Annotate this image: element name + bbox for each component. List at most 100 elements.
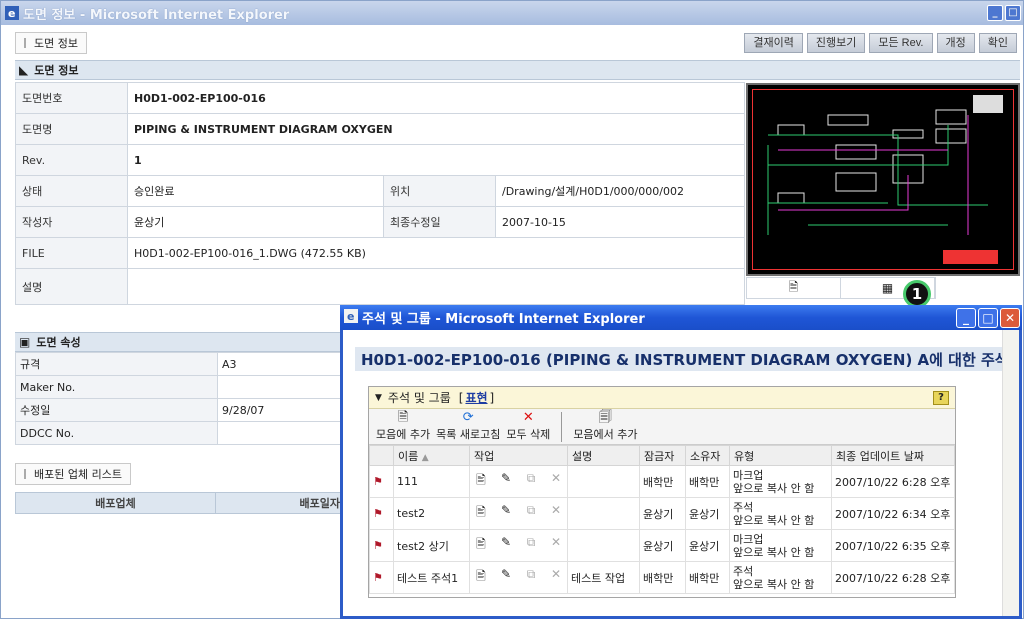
- top-bar: 도면 정보 결재이력 진행보기 모든 Rev. 개정 확인: [15, 32, 1017, 54]
- copy-icon[interactable]: ⧉: [523, 535, 539, 556]
- drawing-info-table: 도면번호 H0D1-002-EP100-016 도면명 PIPING & INS…: [15, 82, 745, 305]
- annotation-type: 주석 앞으로 복사 안 함: [729, 561, 832, 594]
- edit-icon[interactable]: ✎: [498, 471, 514, 492]
- delete-x-icon: ✕: [522, 410, 534, 425]
- annotation-name[interactable]: 111: [393, 465, 470, 498]
- delete-icon[interactable]: ✕: [548, 567, 564, 588]
- main-titlebar: e 도면 정보 - Microsoft Internet Explorer _ …: [1, 1, 1023, 25]
- popup-maximize-button[interactable]: □: [978, 307, 998, 328]
- section-title: 도면 정보: [34, 64, 79, 77]
- view-icon[interactable]: 🖹: [473, 503, 489, 524]
- delete-icon[interactable]: ✕: [548, 503, 564, 524]
- help-icon[interactable]: ?: [933, 390, 949, 405]
- table-row[interactable]: ⚑ test2 상기 🖹 ✎ ⧉ ✕ 윤상기 윤상기 마크업 앞으로 복사 안 함 20…: [369, 529, 955, 562]
- label-cell: Rev.: [15, 144, 128, 176]
- refresh-list-button[interactable]: ⟳ 목록 새로고침: [433, 410, 503, 444]
- column-header-type[interactable]: 유형: [729, 445, 832, 466]
- delete-icon[interactable]: ✕: [548, 471, 564, 492]
- column-header-name[interactable]: 이름 ▲: [393, 445, 470, 466]
- tab-drawing-info[interactable]: 도면 정보: [15, 32, 87, 54]
- annotation-description: [567, 497, 640, 530]
- ie-icon: e: [344, 308, 358, 327]
- annotation-description: 테스트 작업: [567, 561, 640, 594]
- table-row: Rev. 1: [15, 144, 745, 176]
- table-row: Maker No.: [15, 375, 345, 399]
- annotation-table: 이름 ▲ 작업 설명 잠금자 소유자 유형 최종 업데이트 날짜 ⚑ 111 🖹…: [369, 445, 955, 594]
- copy-icon[interactable]: ⧉: [523, 471, 539, 492]
- label-cell: 상태: [15, 175, 128, 207]
- annotation-panel: ▼ 주석 및 그룹 [ 표현 ] ? 🗎 모음에 추가 ⟳ 목록 새로고침 ✕ 모두 …: [368, 386, 956, 598]
- file-link[interactable]: H0D1-002-EP100-016_1.DWG (472.55 KB): [127, 237, 745, 269]
- popup-close-button[interactable]: ✕: [1000, 307, 1020, 328]
- annotation-popup-window: e 주석 및 그룹 - Microsoft Internet Explorer …: [340, 305, 1022, 619]
- view-icon[interactable]: 🖹: [473, 535, 489, 556]
- popup-scrollbar[interactable]: [1002, 330, 1019, 616]
- table-row: 규격 A3: [15, 352, 345, 376]
- refresh-icon: ⟳: [462, 410, 474, 425]
- attributes-header: ▣ 도면 속성: [15, 332, 345, 352]
- section-title: 도면 속성: [36, 336, 81, 349]
- view-icon[interactable]: 🖹: [473, 567, 489, 588]
- edit-icon[interactable]: ✎: [498, 535, 514, 556]
- collapse-triangle-icon[interactable]: ▼: [375, 393, 382, 403]
- type-primary: 마크업: [733, 468, 764, 482]
- svg-text:e: e: [347, 310, 354, 323]
- tab-label: 배포된 업체 리스트: [34, 468, 122, 481]
- tool-label: 모음에 추가: [376, 428, 431, 441]
- confirm-button[interactable]: 확인: [978, 33, 1017, 53]
- edit-icon[interactable]: ✎: [498, 503, 514, 524]
- revise-button[interactable]: 개정: [936, 33, 975, 53]
- type-secondary: 앞으로 복사 안 함: [733, 545, 815, 559]
- label-cell: 작성자: [15, 206, 128, 238]
- annotation-name[interactable]: test2 상기: [393, 529, 470, 562]
- minimize-button[interactable]: _: [987, 5, 1003, 21]
- panel-header: ▼ 주석 및 그룹 [ 표현 ] ?: [369, 387, 955, 409]
- table-row[interactable]: ⚑ 테스트 주석1 🖹 ✎ ⧉ ✕ 테스트 작업 배학만 배학만 주석 앞으로 복사 안…: [369, 561, 955, 594]
- annotation-owner: 윤상기: [685, 497, 730, 530]
- tab-distribution-list[interactable]: 배포된 업체 리스트: [15, 463, 131, 485]
- type-secondary: 앞으로 복사 안 함: [733, 577, 815, 591]
- delete-icon[interactable]: ✕: [548, 535, 564, 556]
- add-from-collection-button[interactable]: 🗐 모음에서 추가: [570, 410, 640, 444]
- column-header-updated[interactable]: 최종 업데이트 날짜: [831, 445, 955, 466]
- copy-icon[interactable]: ⧉: [523, 503, 539, 524]
- annotation-view-icon[interactable]: 🗎: [747, 278, 841, 298]
- drawing-thumbnail[interactable]: [746, 83, 1020, 276]
- attributes-table: 규격 A3 Maker No. 수정일 9/28/07 DDCC No.: [15, 352, 345, 445]
- column-header-description[interactable]: 설명: [567, 445, 640, 466]
- description-value: [127, 268, 745, 305]
- annotation-name[interactable]: 테스트 주석1: [393, 561, 470, 594]
- annotation-name[interactable]: test2: [393, 497, 470, 530]
- window-title: 도면 정보 - Microsoft Internet Explorer: [23, 7, 290, 23]
- annotation-type: 마크업 앞으로 복사 안 함: [729, 529, 832, 562]
- popup-minimize-button[interactable]: _: [956, 307, 976, 328]
- table-row[interactable]: ⚑ test2 🖹 ✎ ⧉ ✕ 윤상기 윤상기 주석 앞으로 복사 안 함 2007/1…: [369, 497, 955, 530]
- bracket-open: [: [458, 390, 464, 405]
- column-header-owner[interactable]: 소유자: [685, 445, 730, 466]
- view-icon[interactable]: 🖹: [473, 471, 489, 492]
- popup-titlebar: e 주석 및 그룹 - Microsoft Internet Explorer …: [340, 305, 1022, 330]
- label-cell: 위치: [383, 175, 496, 207]
- display-link[interactable]: 표현: [465, 389, 487, 406]
- progress-view-button[interactable]: 진행보기: [806, 33, 866, 53]
- all-revisions-button[interactable]: 모든 Rev.: [869, 33, 933, 53]
- annotation-updated: 2007/10/22 6:28 오후: [831, 465, 955, 498]
- drawing-lines: [767, 95, 1003, 264]
- type-secondary: 앞으로 복사 안 함: [733, 513, 815, 527]
- approval-history-button[interactable]: 결재이력: [744, 33, 803, 53]
- maximize-button[interactable]: □: [1005, 5, 1021, 21]
- column-header-locker[interactable]: 잠금자: [639, 445, 686, 466]
- edit-icon[interactable]: ✎: [498, 567, 514, 588]
- copy-icon[interactable]: ⧉: [523, 567, 539, 588]
- delete-all-button[interactable]: ✕ 모두 삭제: [503, 410, 553, 444]
- label-cell: 설명: [15, 268, 128, 305]
- annotation-locker: 윤상기: [639, 529, 686, 562]
- tab-bar-icon: [24, 38, 26, 48]
- annotation-updated: 2007/10/22 6:35 오후: [831, 529, 955, 562]
- annotation-description: [567, 465, 640, 498]
- table-row: 도면명 PIPING & INSTRUMENT DIAGRAM OXYGEN: [15, 113, 745, 145]
- triangle-ruler-icon: ◣: [19, 63, 29, 77]
- table-row[interactable]: ⚑ 111 🖹 ✎ ⧉ ✕ 배학만 배학만 마크업 앞으로 복사 안 함 2007/10…: [369, 465, 955, 498]
- panel-title: 주석 및 그룹: [387, 391, 451, 405]
- add-to-collection-button[interactable]: 🗎 모음에 추가: [373, 410, 433, 444]
